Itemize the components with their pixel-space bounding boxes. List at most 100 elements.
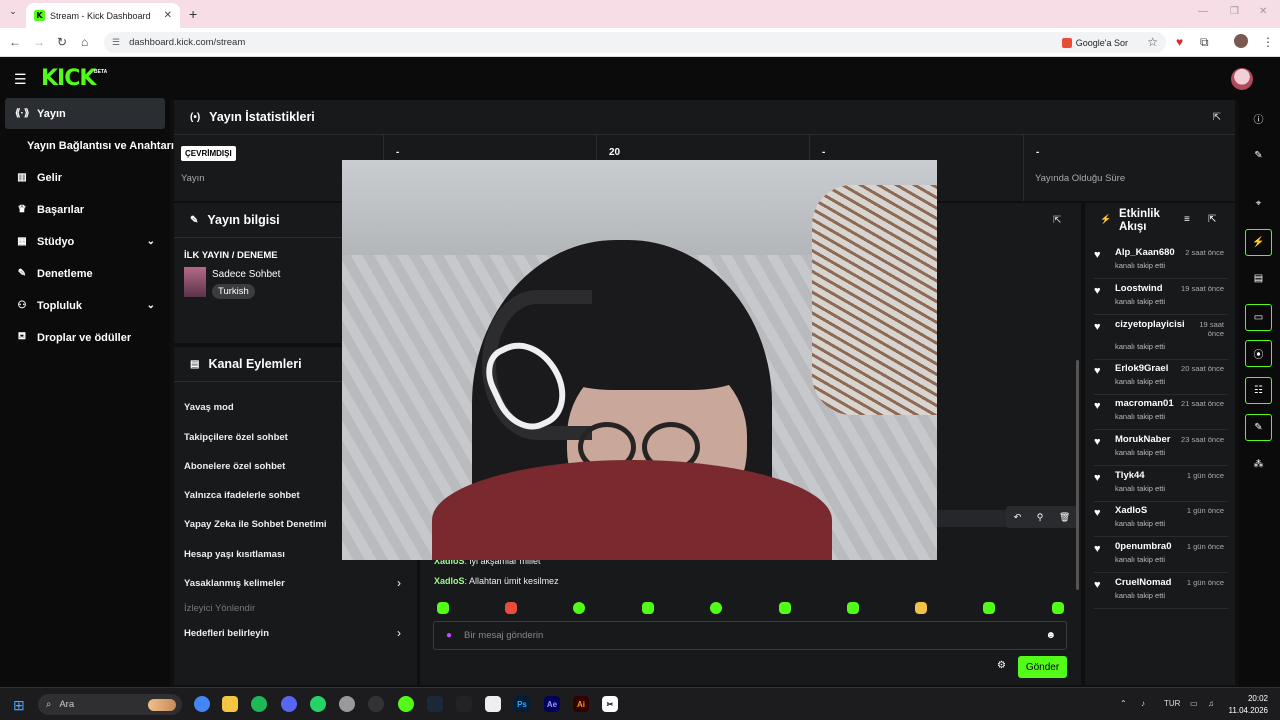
chat-username[interactable]: XadloS [434, 576, 465, 586]
edit-pen-icon[interactable]: ✎ [1245, 142, 1272, 169]
action-account-age[interactable]: Hesap yaşı kısıtlaması [184, 549, 285, 560]
popout-icon[interactable]: ⇱ [1213, 112, 1221, 123]
back-icon[interactable]: ← [9, 35, 21, 49]
drops-rail-icon[interactable]: ⁂ [1245, 451, 1272, 478]
activity-popout-icon[interactable]: ⇱ [1208, 214, 1216, 225]
spotify-icon[interactable] [251, 696, 267, 712]
actions-list-icon[interactable]: ☷ [1245, 377, 1272, 404]
notepad-icon[interactable] [485, 696, 501, 712]
forward-icon[interactable]: → [33, 35, 45, 49]
send-button[interactable]: Gönder [1018, 656, 1067, 678]
language-indicator[interactable]: TUR [1164, 699, 1180, 708]
follower-name[interactable]: Erlok9Grael [1115, 363, 1168, 374]
wrench-rail-icon[interactable]: ✎ [1245, 414, 1272, 441]
action-banned-words[interactable]: Yasaklanmış kelimeler [184, 578, 285, 589]
action-ai-moderation[interactable]: Yapay Zeka ile Sohbet Denetimi [184, 519, 327, 530]
after-effects-icon[interactable]: Ae [544, 696, 560, 712]
chat-popout-icon[interactable]: ⇱ [1053, 215, 1061, 226]
new-tab-button[interactable]: + [189, 6, 197, 22]
action-emote-only[interactable]: Yalnızca ifadelerle sohbet [184, 490, 300, 501]
reload-icon[interactable]: ↻ [57, 35, 67, 49]
follower-name[interactable]: macroman01 [1115, 398, 1174, 409]
emote-icon[interactable] [505, 602, 517, 614]
follower-name[interactable]: cizyetoplayicisi [1115, 319, 1185, 330]
illustrator-icon[interactable]: Ai [573, 696, 589, 712]
bookmark-star-icon[interactable]: ☆ [1147, 35, 1158, 49]
sidebar-item-basarilar[interactable]: ♛ Başarılar [5, 194, 165, 225]
chat-scrollbar[interactable] [1076, 360, 1079, 590]
volume-icon[interactable]: ♫ [1208, 699, 1214, 708]
undo-icon[interactable]: ↶ [1014, 512, 1022, 523]
follower-name[interactable]: Alp_Kaan680 [1115, 247, 1175, 258]
broadcast-rail-icon[interactable]: ⦿ [1245, 340, 1272, 367]
activity-lightning-icon[interactable]: ⚡ [1245, 229, 1272, 256]
follower-name[interactable]: MorukNaber [1115, 434, 1170, 445]
google-ask-button[interactable]: Google'a Sor [1061, 37, 1128, 48]
site-info-icon[interactable]: ☰ [112, 37, 120, 48]
url-field[interactable]: ☰ dashboard.kick.com/stream Google'a Sor… [104, 32, 1166, 53]
file-explorer-icon[interactable] [222, 696, 238, 712]
tray-chevron-icon[interactable]: ⌃ [1120, 699, 1127, 708]
info-icon[interactable]: ⓘ [1245, 105, 1272, 132]
focus-icon[interactable]: ⌖ [1245, 190, 1272, 217]
windows-start-icon[interactable]: ⊞ [13, 697, 25, 714]
action-subscribers-only[interactable]: Abonelere özel sohbet [184, 461, 285, 472]
microphone-icon[interactable]: ♪ [1141, 699, 1145, 708]
profile-avatar[interactable] [1234, 34, 1248, 48]
restore-icon[interactable]: ❐ [1230, 6, 1239, 17]
follower-name[interactable]: CruelNomad [1115, 577, 1171, 588]
browser-tab[interactable]: K Stream - Kick Dashboard ✕ [26, 3, 180, 28]
sidebar-item-droplar[interactable]: ⛾ Droplar ve ödüller [5, 322, 165, 353]
minimize-icon[interactable]: — [1198, 6, 1208, 17]
capcut-icon[interactable]: ✂ [602, 696, 618, 712]
browser-menu-icon[interactable]: ⋮ [1262, 35, 1274, 49]
discord-icon[interactable] [281, 696, 297, 712]
epic-games-icon[interactable] [456, 696, 472, 712]
window-close-icon[interactable]: ✕ [1259, 6, 1267, 17]
emote-icon[interactable] [779, 602, 791, 614]
chat-input[interactable]: ● Bir mesaj gönderin ☻ [433, 621, 1067, 650]
photoshop-icon[interactable]: Ps [514, 696, 530, 712]
user-avatar[interactable] [1231, 68, 1253, 90]
emote-icon[interactable] [847, 602, 859, 614]
action-slow-mode[interactable]: Yavaş mod [184, 402, 234, 413]
emote-icon[interactable] [710, 602, 722, 614]
sidebar-item-topluluk[interactable]: ⚇ Topluluk ⌄ [5, 290, 165, 321]
menu-hamburger-icon[interactable]: ☰ [14, 71, 27, 88]
emote-icon[interactable] [437, 602, 449, 614]
trash-icon[interactable]: 🗑 [1059, 512, 1070, 523]
follower-name[interactable]: Tlyk44 [1115, 470, 1145, 481]
sidebar-item-stream-key[interactable]: Yayın Bağlantısı ve Anahtarı [27, 130, 174, 161]
obs-icon[interactable] [339, 696, 355, 712]
taskbar-search[interactable]: ⌕ Ara [38, 694, 182, 715]
emoji-icon[interactable]: ☻ [1045, 630, 1056, 641]
camera-preview-video[interactable] [342, 160, 937, 560]
whatsapp-icon[interactable] [310, 696, 326, 712]
mic-icon[interactable]: ● [446, 630, 452, 641]
home-icon[interactable]: ⌂ [81, 35, 88, 49]
follower-name[interactable]: 0penumbra0 [1115, 541, 1172, 552]
action-followers-only[interactable]: Takipçilere özel sohbet [184, 432, 288, 443]
steam-icon[interactable] [427, 696, 443, 712]
extension-shield-icon[interactable]: ♥ [1176, 35, 1183, 49]
sidebar-item-yayin[interactable]: ⟪·⟫ Yayın [5, 98, 165, 129]
emote-icon[interactable] [642, 602, 654, 614]
kick-logo[interactable]: KICK [41, 66, 96, 91]
follower-name[interactable]: XadloS [1115, 505, 1147, 516]
follower-name[interactable]: Loostwind [1115, 283, 1163, 294]
app-icon[interactable] [368, 696, 384, 712]
chrome-icon[interactable] [194, 696, 210, 712]
close-tab-icon[interactable]: ✕ [164, 10, 172, 21]
extensions-puzzle-icon[interactable]: ⧉ [1200, 35, 1209, 50]
network-icon[interactable]: ▭ [1190, 699, 1198, 708]
sidebar-item-studyo[interactable]: ▦ Stüdyo ⌄ [5, 226, 165, 257]
category-name[interactable]: Sadece Sohbet [212, 269, 280, 280]
tab-search-icon[interactable]: ⌄ [6, 6, 20, 20]
emote-icon[interactable] [983, 602, 995, 614]
sidebar-item-gelir[interactable]: ▥ Gelir [5, 162, 165, 193]
emote-icon[interactable] [1052, 602, 1064, 614]
taskbar-clock[interactable]: 20:02 11.04.2026 [1228, 693, 1268, 717]
filter-icon[interactable]: ≡ [1184, 214, 1190, 225]
sidebar-item-denetleme[interactable]: ✎ Denetleme [5, 258, 165, 289]
emote-icon[interactable] [573, 602, 585, 614]
